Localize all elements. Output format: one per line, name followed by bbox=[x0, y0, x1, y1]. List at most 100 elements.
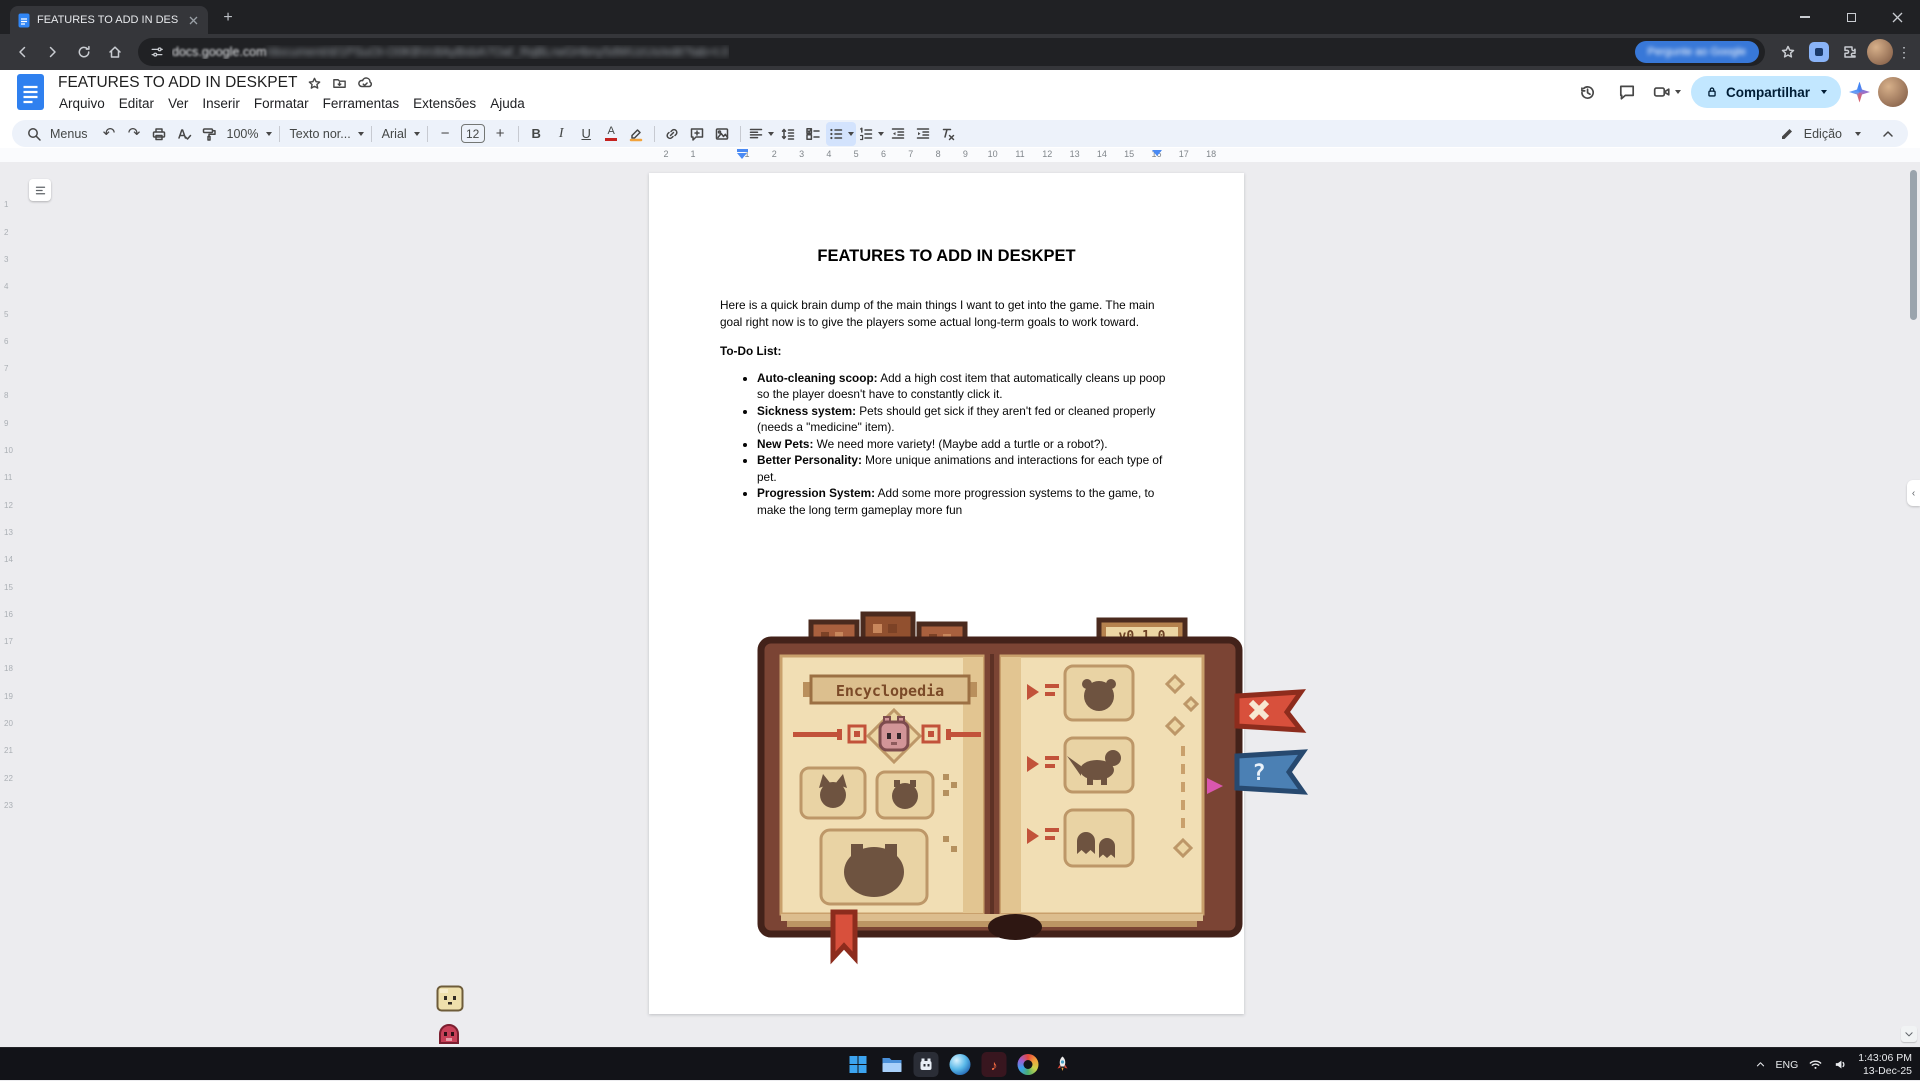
numbered-list-button[interactable] bbox=[856, 122, 886, 146]
browser-profile-avatar[interactable] bbox=[1867, 39, 1893, 65]
minimize-button[interactable] bbox=[1782, 0, 1828, 34]
editing-mode-select[interactable]: Edição bbox=[1769, 122, 1871, 146]
bulleted-list-button[interactable] bbox=[826, 122, 856, 146]
encyclopedia-book-image[interactable]: v0.1.0 Encyclopedia bbox=[747, 596, 1315, 968]
taskbar-app-icon-2[interactable] bbox=[948, 1052, 973, 1077]
horizontal-ruler[interactable]: 21123456789101112131415161718 bbox=[0, 148, 1920, 162]
decrease-font-button[interactable]: − bbox=[433, 122, 458, 146]
move-folder-icon[interactable] bbox=[332, 76, 347, 91]
font-select[interactable]: Arial bbox=[377, 122, 422, 146]
menu-ferramentas[interactable]: Ferramentas bbox=[316, 95, 407, 112]
todo-list: Auto-cleaning scoop: Add a high cost ite… bbox=[720, 370, 1175, 519]
browser-tab[interactable]: FEATURES TO ADD IN DESKPE bbox=[10, 6, 208, 34]
bookmark-star-icon[interactable] bbox=[1774, 38, 1802, 66]
document-title[interactable]: FEATURES TO ADD IN DESKPET bbox=[58, 74, 297, 92]
text-color-button[interactable]: A bbox=[599, 122, 624, 146]
site-settings-icon[interactable] bbox=[150, 45, 164, 59]
file-explorer-icon[interactable] bbox=[880, 1052, 905, 1077]
show-outline-button[interactable] bbox=[29, 179, 51, 201]
menu-editar[interactable]: Editar bbox=[112, 95, 161, 112]
scroll-down-button[interactable] bbox=[1901, 1026, 1917, 1042]
language-indicator[interactable]: ENG bbox=[1776, 1059, 1799, 1071]
paragraph-style-select[interactable]: Texto nor... bbox=[285, 122, 366, 146]
docs-menu-bar: Arquivo Editar Ver Inserir Formatar Ferr… bbox=[52, 95, 532, 112]
line-spacing-button[interactable] bbox=[776, 122, 801, 146]
home-button[interactable] bbox=[101, 38, 129, 66]
spellcheck-button[interactable] bbox=[172, 122, 197, 146]
bold-button[interactable]: B bbox=[524, 122, 549, 146]
align-button[interactable] bbox=[746, 122, 776, 146]
vruler-number: 20 bbox=[4, 719, 13, 728]
maximize-button[interactable] bbox=[1828, 0, 1874, 34]
increase-font-button[interactable]: + bbox=[488, 122, 513, 146]
meet-video-icon[interactable] bbox=[1651, 76, 1683, 108]
indent-marker-bar[interactable] bbox=[737, 149, 748, 152]
menu-formatar[interactable]: Formatar bbox=[247, 95, 316, 112]
right-indent-marker[interactable] bbox=[1152, 150, 1162, 156]
document-page[interactable]: FEATURES TO ADD IN DESKPET Here is a qui… bbox=[649, 173, 1244, 1014]
side-panel-toggle[interactable]: ‹ bbox=[1907, 480, 1920, 506]
insert-link-button[interactable] bbox=[660, 122, 685, 146]
volume-icon[interactable] bbox=[1833, 1057, 1848, 1072]
left-indent-marker[interactable] bbox=[737, 153, 747, 159]
font-size-input[interactable]: 12 bbox=[461, 124, 485, 143]
share-button[interactable]: Compartilhar bbox=[1691, 76, 1841, 108]
star-icon[interactable] bbox=[307, 76, 322, 91]
url-text[interactable]: docs.google.com/document/d/1PSuOt-O0KBVc… bbox=[172, 45, 729, 59]
menu-extensoes[interactable]: Extensões bbox=[406, 95, 483, 112]
zoom-select[interactable]: 100% bbox=[222, 122, 274, 146]
increase-indent-button[interactable] bbox=[911, 122, 936, 146]
reload-button[interactable] bbox=[70, 38, 98, 66]
back-button[interactable] bbox=[8, 38, 36, 66]
taskbar-clock[interactable]: 1:43:06 PM 13-Dec-25 bbox=[1858, 1052, 1912, 1077]
share-caret-icon[interactable] bbox=[1821, 90, 1827, 94]
print-button[interactable] bbox=[147, 122, 172, 146]
insert-image-button[interactable] bbox=[710, 122, 735, 146]
close-button[interactable] bbox=[1874, 0, 1920, 34]
paint-format-button[interactable] bbox=[197, 122, 222, 146]
ask-google-button[interactable]: Pergunte ao Google bbox=[1635, 41, 1759, 63]
account-avatar[interactable] bbox=[1878, 77, 1908, 107]
clear-formatting-button[interactable] bbox=[936, 122, 961, 146]
cloud-status-icon[interactable] bbox=[357, 75, 373, 91]
taskbar-settings-icon[interactable] bbox=[1016, 1052, 1041, 1077]
scrollbar-thumb[interactable] bbox=[1910, 170, 1917, 320]
extension-icon[interactable] bbox=[1805, 38, 1833, 66]
vruler-number: 21 bbox=[4, 746, 13, 755]
menu-ajuda[interactable]: Ajuda bbox=[483, 95, 532, 112]
ruler-number: 2 bbox=[663, 149, 668, 159]
desk-pet-slime[interactable] bbox=[438, 1019, 460, 1045]
taskbar-app-icon-1[interactable] bbox=[914, 1052, 939, 1077]
italic-button[interactable]: I bbox=[549, 122, 574, 146]
menus-search-button[interactable]: Menus bbox=[20, 122, 97, 146]
gemini-icon[interactable] bbox=[1849, 82, 1870, 103]
extensions-puzzle-icon[interactable] bbox=[1836, 38, 1864, 66]
desk-pet-toast[interactable] bbox=[436, 984, 464, 1012]
ruler-number: 13 bbox=[1070, 149, 1080, 159]
menu-arquivo[interactable]: Arquivo bbox=[52, 95, 112, 112]
decrease-indent-button[interactable] bbox=[886, 122, 911, 146]
hide-menus-button[interactable] bbox=[1875, 122, 1900, 146]
undo-button[interactable]: ↶ bbox=[97, 122, 122, 146]
version-history-icon[interactable] bbox=[1571, 76, 1603, 108]
menu-inserir[interactable]: Inserir bbox=[195, 95, 247, 112]
tray-chevron-icon[interactable] bbox=[1755, 1059, 1766, 1070]
tab-close-icon[interactable] bbox=[186, 13, 200, 27]
browser-menu-icon[interactable]: ⋮ bbox=[1896, 44, 1912, 61]
address-bar[interactable]: docs.google.com/document/d/1PSuOt-O0KBVc… bbox=[138, 38, 1765, 66]
forward-button[interactable] bbox=[39, 38, 67, 66]
vruler-number: 18 bbox=[4, 664, 13, 673]
add-comment-button[interactable] bbox=[685, 122, 710, 146]
redo-button[interactable]: ↷ bbox=[122, 122, 147, 146]
wifi-icon[interactable] bbox=[1808, 1057, 1823, 1072]
docs-logo-icon[interactable] bbox=[16, 73, 45, 111]
checklist-button[interactable] bbox=[801, 122, 826, 146]
taskbar-rocket-icon[interactable] bbox=[1050, 1052, 1075, 1077]
menu-ver[interactable]: Ver bbox=[161, 95, 195, 112]
highlight-color-button[interactable] bbox=[624, 122, 649, 146]
new-tab-button[interactable]: + bbox=[218, 8, 238, 28]
underline-button[interactable]: U bbox=[574, 122, 599, 146]
taskbar-app-icon-3[interactable]: ♪ bbox=[982, 1052, 1007, 1077]
start-button[interactable] bbox=[846, 1052, 871, 1077]
comments-icon[interactable] bbox=[1611, 76, 1643, 108]
